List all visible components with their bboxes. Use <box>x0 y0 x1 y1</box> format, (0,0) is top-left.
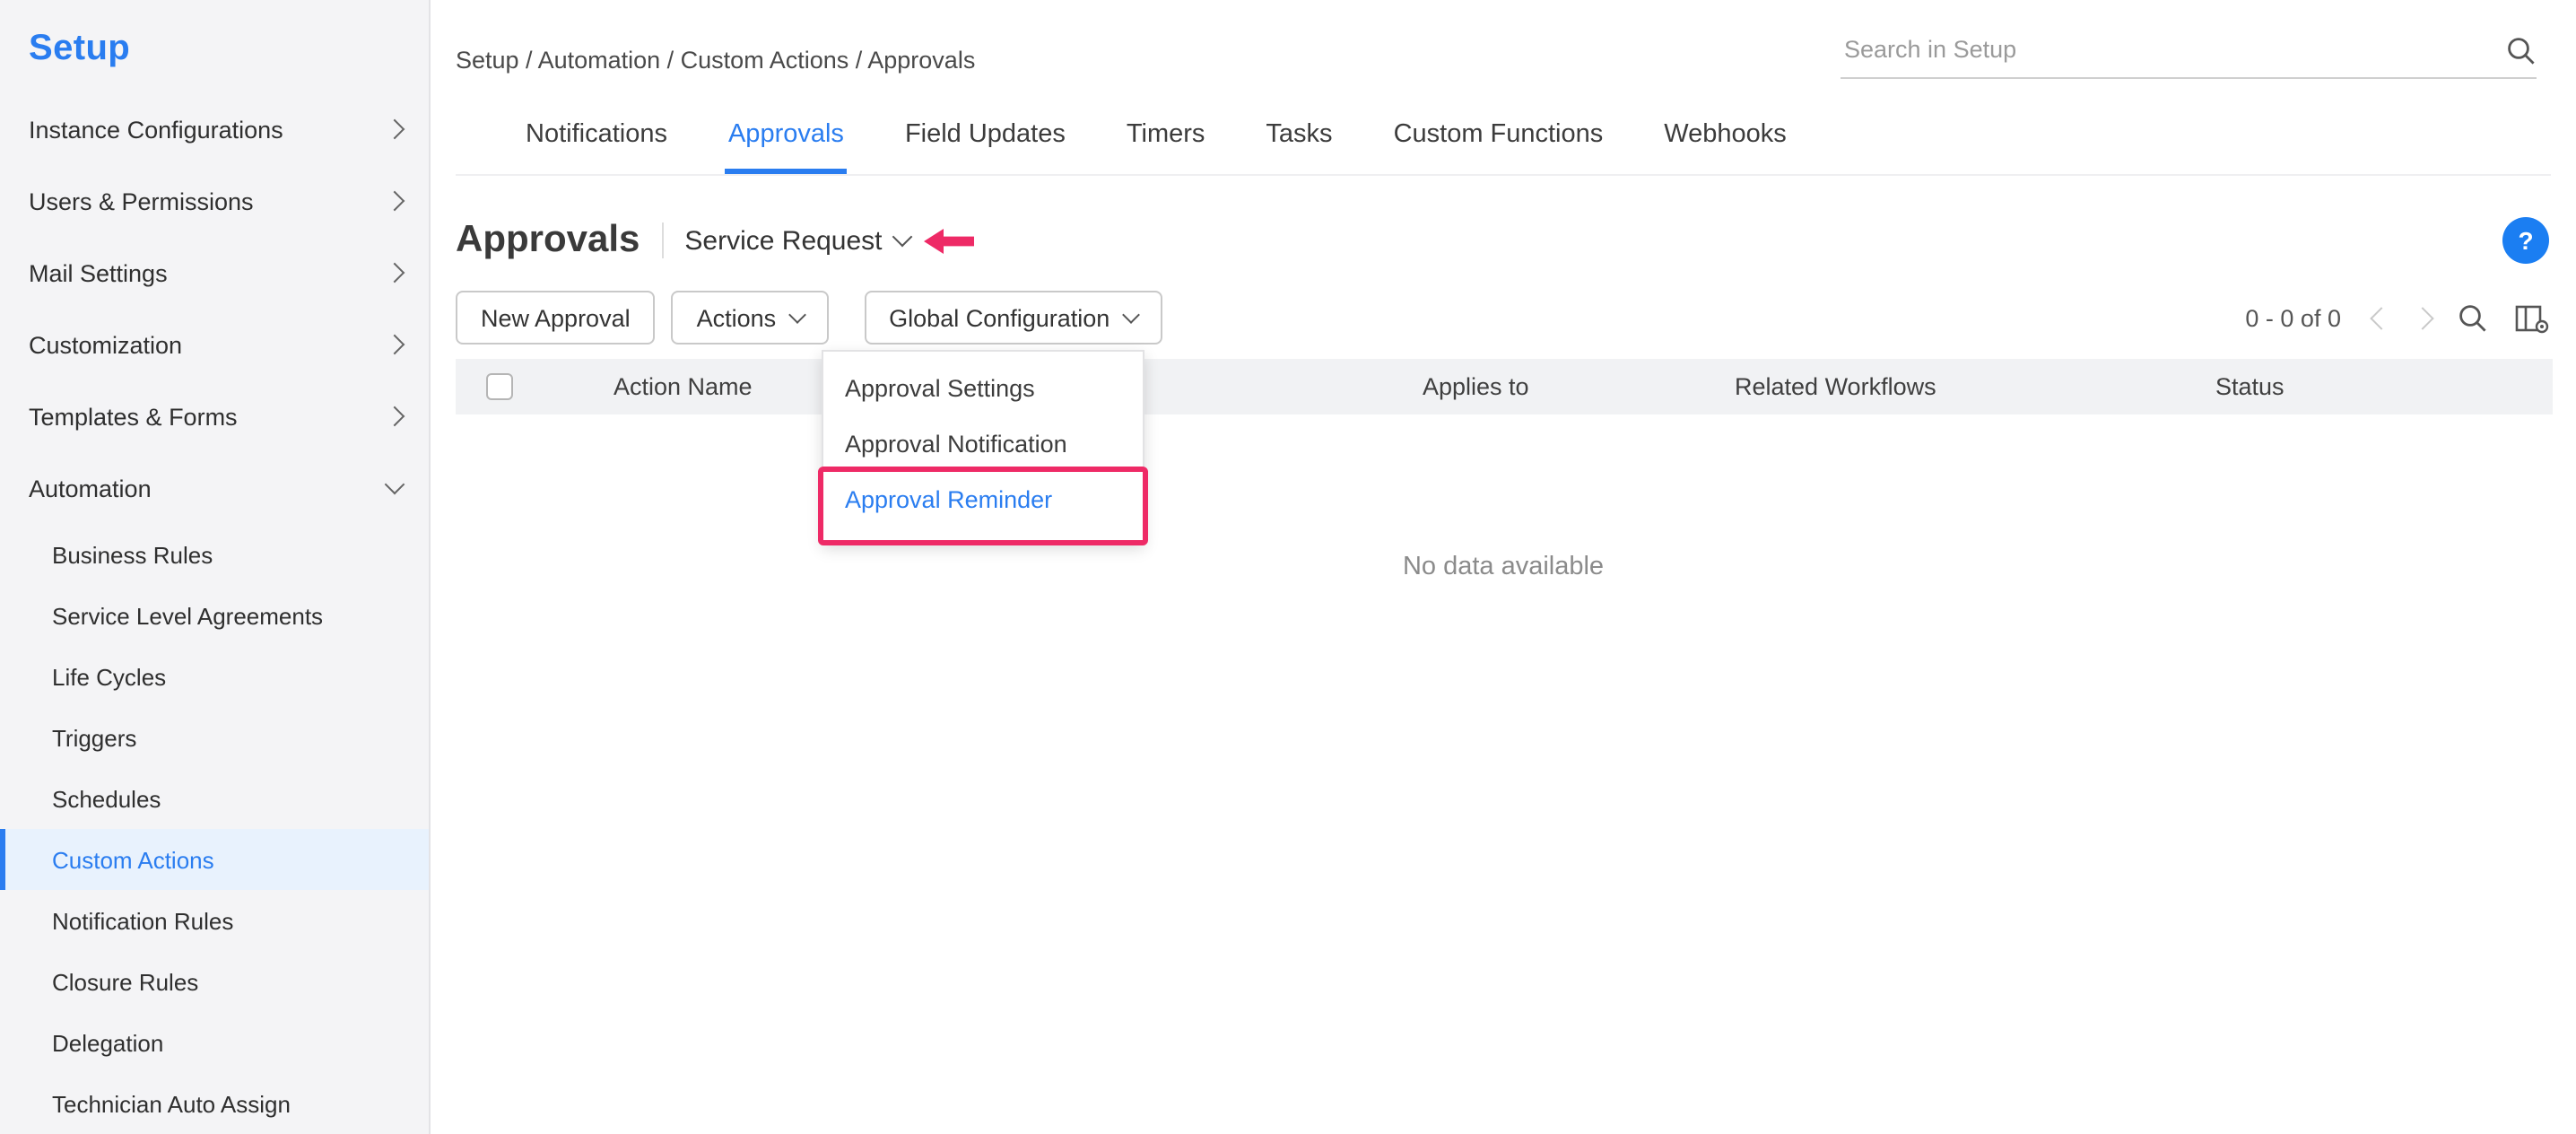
sidebar-item-business-rules[interactable]: Business Rules <box>0 524 429 585</box>
new-approval-button[interactable]: New Approval <box>456 291 656 345</box>
sidebar-item-users-permissions[interactable]: Users & Permissions <box>0 165 429 237</box>
sidebar-item-label: Triggers <box>52 724 136 751</box>
tab-label: Custom Functions <box>1394 120 1604 149</box>
sidebar-item-label: Technician Auto Assign <box>52 1090 291 1117</box>
menu-item-label: Approval Reminder <box>845 486 1052 513</box>
sidebar-item-label: Instance Configurations <box>29 116 283 143</box>
module-selector-dropdown[interactable]: Service Request <box>684 225 909 256</box>
menu-item-label: Approval Notification <box>845 431 1067 458</box>
sidebar-item-label: Schedules <box>52 785 161 812</box>
setup-page: Setup Instance Configurations Users & Pe… <box>0 0 2576 1134</box>
sidebar-item-custom-actions[interactable]: Custom Actions <box>0 829 429 890</box>
sidebar-item-label: Templates & Forms <box>29 403 238 430</box>
chevron-right-icon <box>385 406 405 427</box>
global-configuration-menu: Approval Settings Approval Notification … <box>822 350 1144 544</box>
tab-label: Timers <box>1127 120 1205 149</box>
sidebar: Setup Instance Configurations Users & Pe… <box>0 0 431 1134</box>
sidebar-item-label: Delegation <box>52 1029 163 1056</box>
sidebar-item-label: Life Cycles <box>52 663 166 690</box>
tab-webhooks[interactable]: Webhooks <box>1660 100 1790 174</box>
chevron-down-icon <box>1121 306 1139 324</box>
tab-field-updates[interactable]: Field Updates <box>901 100 1069 174</box>
column-header-applies-to: Applies to <box>1423 359 1529 414</box>
sidebar-item-label: Automation <box>29 475 152 502</box>
chevron-right-icon <box>385 335 405 355</box>
toolbar: New Approval Actions Global Configuratio… <box>456 291 2549 345</box>
search-input[interactable] <box>1841 36 2506 70</box>
column-header-action-name: Action Name <box>614 359 753 414</box>
tab-custom-functions[interactable]: Custom Functions <box>1390 100 1607 174</box>
global-configuration-dropdown-button[interactable]: Global Configuration <box>864 291 1162 345</box>
pagination-count: 0 - 0 of 0 <box>2245 304 2341 331</box>
tab-label: Webhooks <box>1664 120 1787 149</box>
sidebar-item-label: Business Rules <box>52 541 213 568</box>
sidebar-item-label: Users & Permissions <box>29 188 254 214</box>
setup-search <box>1841 29 2537 79</box>
sidebar-item-label: Custom Actions <box>52 846 214 873</box>
sidebar-item-service-level-agreements[interactable]: Service Level Agreements <box>0 585 429 646</box>
module-selector-label: Service Request <box>684 225 882 256</box>
annotation-arrow-left-icon <box>924 227 974 254</box>
tab-label: Tasks <box>1266 120 1332 149</box>
chevron-down-icon <box>788 306 805 324</box>
menu-item-approval-settings[interactable]: Approval Settings <box>823 361 1143 416</box>
tab-label: Notifications <box>526 120 667 149</box>
sidebar-item-label: Closure Rules <box>52 968 198 995</box>
chevron-down-icon <box>892 227 912 248</box>
sidebar-item-notification-rules[interactable]: Notification Rules <box>0 890 429 951</box>
tab-label: Approvals <box>728 120 844 149</box>
chevron-right-icon <box>385 263 405 284</box>
global-configuration-label: Global Configuration <box>889 304 1110 331</box>
sidebar-item-delegation[interactable]: Delegation <box>0 1012 429 1073</box>
sidebar-item-label: Customization <box>29 331 182 358</box>
chevron-right-icon <box>385 191 405 212</box>
sidebar-title: Setup <box>0 0 429 93</box>
title-divider <box>661 222 663 258</box>
sidebar-item-triggers[interactable]: Triggers <box>0 707 429 768</box>
help-button[interactable]: ? <box>2502 217 2549 264</box>
search-icon[interactable] <box>2506 36 2537 66</box>
tab-bar: Notifications Approvals Field Updates Ti… <box>456 100 2551 176</box>
chevron-down-icon <box>385 475 405 495</box>
sidebar-item-mail-settings[interactable]: Mail Settings <box>0 237 429 309</box>
tab-label: Field Updates <box>905 120 1066 149</box>
sidebar-item-label: Notification Rules <box>52 907 233 934</box>
actions-label: Actions <box>697 304 777 331</box>
sidebar-item-closure-rules[interactable]: Closure Rules <box>0 951 429 1012</box>
column-header-status: Status <box>2215 359 2284 414</box>
sidebar-item-customization[interactable]: Customization <box>0 309 429 380</box>
sidebar-item-instance-configurations[interactable]: Instance Configurations <box>0 93 429 165</box>
sidebar-item-technician-auto-assign[interactable]: Technician Auto Assign <box>0 1073 429 1134</box>
tab-approvals[interactable]: Approvals <box>725 100 848 174</box>
page-title: Approvals <box>456 219 640 262</box>
menu-item-approval-notification[interactable]: Approval Notification <box>823 416 1143 472</box>
table-header: Action Name Applies to Related Workflows… <box>456 359 2553 414</box>
main-content: Setup / Automation / Custom Actions / Ap… <box>431 0 2576 1134</box>
menu-item-label: Approval Settings <box>845 375 1035 402</box>
sidebar-item-label: Service Level Agreements <box>52 602 323 629</box>
menu-item-approval-reminder[interactable]: Approval Reminder <box>823 472 1143 528</box>
pagination-next-icon[interactable] <box>2411 306 2433 328</box>
list-search-icon[interactable] <box>2458 302 2488 333</box>
new-approval-label: New Approval <box>481 304 631 331</box>
select-all-checkbox[interactable] <box>486 373 513 400</box>
pagination-previous-icon[interactable] <box>2370 306 2392 328</box>
empty-state-text: No data available <box>431 553 2576 581</box>
sidebar-item-life-cycles[interactable]: Life Cycles <box>0 646 429 707</box>
column-header-related-workflows: Related Workflows <box>1735 359 1936 414</box>
sidebar-item-templates-forms[interactable]: Templates & Forms <box>0 380 429 452</box>
sidebar-item-schedules[interactable]: Schedules <box>0 768 429 829</box>
breadcrumb[interactable]: Setup / Automation / Custom Actions / Ap… <box>456 47 975 74</box>
column-chooser-icon[interactable] <box>2515 302 2549 333</box>
chevron-right-icon <box>385 119 405 140</box>
sidebar-item-automation[interactable]: Automation <box>0 452 429 524</box>
tab-timers[interactable]: Timers <box>1123 100 1209 174</box>
actions-dropdown-button[interactable]: Actions <box>672 291 829 345</box>
sidebar-item-label: Mail Settings <box>29 259 168 286</box>
tab-tasks[interactable]: Tasks <box>1262 100 1336 174</box>
tab-notifications[interactable]: Notifications <box>522 100 671 174</box>
page-title-row: Approvals Service Request <box>456 212 974 269</box>
